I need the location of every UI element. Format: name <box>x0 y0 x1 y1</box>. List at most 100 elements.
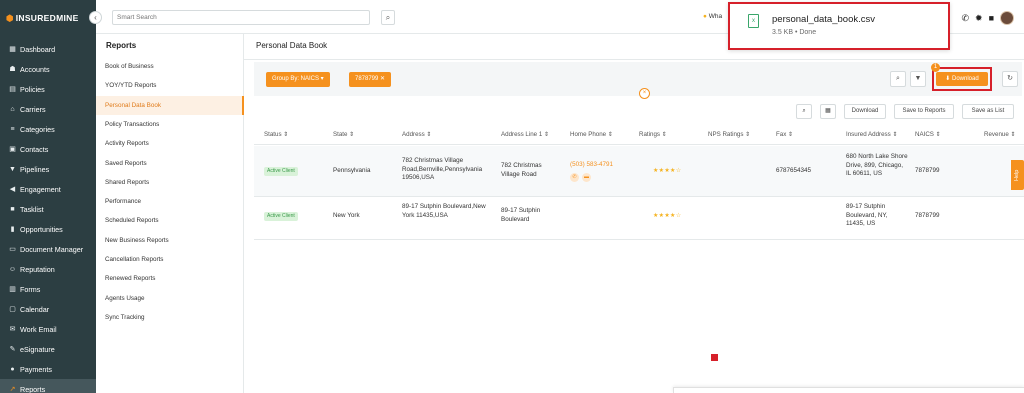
sidebar-item-label: Reports <box>20 384 46 393</box>
column-header-label: NAICS <box>915 131 934 138</box>
sidebar-item-work-email[interactable]: ✉ Work Email <box>0 319 96 339</box>
notification-icon[interactable]: ■ <box>989 13 994 23</box>
settings-icon[interactable]: ✹ <box>975 13 983 24</box>
call-icon[interactable]: ✆ <box>570 173 579 182</box>
brand-name: INSUREDMINE <box>15 13 79 23</box>
download-popup[interactable]: x personal_data_book.csv 3.5 KB • Done <box>728 2 950 50</box>
reputation-icon: ☺ <box>8 265 17 273</box>
column-header-label: Revenue <box>984 131 1009 138</box>
sidebar-collapse-button[interactable]: ‹ <box>89 11 102 24</box>
group-by-chip[interactable]: Group By: NAICS ▾ <box>266 72 330 87</box>
sidebar-item-tasklist[interactable]: ■ Tasklist <box>0 199 96 219</box>
column-header-state[interactable]: State ⇕ <box>333 131 354 138</box>
submenu-item-book-of-business[interactable]: Book of Business <box>96 57 244 76</box>
column-header-ratings[interactable]: Ratings ⇕ <box>639 131 667 138</box>
submenu-item-policy-transactions[interactable]: Policy Transactions <box>96 115 244 134</box>
submenu-item-saved-reports[interactable]: Saved Reports <box>96 154 244 173</box>
submenu-title: Reports <box>106 41 137 50</box>
column-header-home-phone[interactable]: Home Phone ⇕ <box>570 131 613 138</box>
submenu-item-performance[interactable]: Performance <box>96 192 244 211</box>
filter-search-icon[interactable]: ⌕ <box>890 71 906 87</box>
home-phone-cell[interactable]: (503) 583-4791 <box>570 161 613 170</box>
download-button-label: Download <box>952 76 979 82</box>
filter-icon[interactable]: ▼ <box>910 71 926 87</box>
download-file-name[interactable]: personal_data_book.csv <box>772 14 875 25</box>
column-header-label: Address Line 1 <box>501 131 543 138</box>
submenu-item-renewed-reports[interactable]: Renewed Reports <box>96 269 244 288</box>
message-icon[interactable]: ▬ <box>582 173 591 182</box>
column-header-nps-ratings[interactable]: NPS Ratings ⇕ <box>708 131 750 138</box>
sidebar-item-contacts[interactable]: ▣ Contacts <box>0 139 96 159</box>
carriers-icon: ⌂ <box>10 105 15 113</box>
sidebar-item-esignature[interactable]: ✎ eSignature <box>0 339 96 359</box>
table-search-icon[interactable]: ⌕ <box>796 104 812 119</box>
sidebar-item-calendar[interactable]: ▢ Calendar <box>0 299 96 319</box>
column-header-label: Status <box>264 131 282 138</box>
column-header-naics[interactable]: NAICS ⇕ <box>915 131 941 138</box>
title-divider <box>244 59 1024 60</box>
address-line1-cell: 782 Christmas Village Road <box>501 162 542 178</box>
sidebar-item-accounts[interactable]: ☗ Accounts <box>0 59 96 79</box>
forms-icon: ▥ <box>9 286 16 293</box>
sort-icon: ⇕ <box>659 131 667 138</box>
table-download-button[interactable]: Download <box>844 104 886 119</box>
lightbulb-icon: ● <box>703 13 707 20</box>
download-button[interactable]: ⬇ Download <box>936 72 988 86</box>
contacts-icon: ▣ <box>9 146 16 153</box>
table-row[interactable]: Active Client New York 89-17 Sutphin Bou… <box>254 197 1024 240</box>
sidebar-item-document-manager[interactable]: ▭ Document Manager <box>0 239 96 259</box>
submenu-item-sync-tracking[interactable]: Sync Tracking <box>96 308 244 327</box>
sidebar-item-reputation[interactable]: ☺ Reputation <box>0 259 96 279</box>
opportunities-icon: ▮ <box>10 226 15 233</box>
whats-new-link[interactable]: ● Wha <box>703 13 722 20</box>
column-header-insured-address[interactable]: Insured Address ⇕ <box>846 131 898 138</box>
sidebar-item-label: Calendar <box>20 304 50 314</box>
column-header-label: Fax <box>776 131 787 138</box>
column-header-revenue[interactable]: Revenue ⇕ <box>984 131 1016 138</box>
filter-bar: Group By: NAICS ▾ 7878799 ✕ ⌕ ▼ ⬇ Downlo… <box>254 62 1022 96</box>
table-row[interactable]: Active Client Pennsylvania 782 Christmas… <box>254 146 1024 197</box>
avatar[interactable] <box>1000 11 1014 25</box>
brand-logo[interactable]: ⬢ INSUREDMINE <box>6 13 79 24</box>
submenu-item-new-business-reports[interactable]: New Business Reports <box>96 231 244 250</box>
column-header-status[interactable]: Status ⇕ <box>264 131 288 138</box>
ratings-stars: ★★★★☆ <box>653 168 682 174</box>
submenu-item-yoy-ytd-reports[interactable]: YOY/YTD Reports <box>96 76 244 95</box>
sidebar-item-categories[interactable]: ≡ Categories <box>0 119 96 139</box>
sidebar-item-dashboard[interactable]: ▦ Dashboard <box>0 39 96 59</box>
sidebar-item-policies[interactable]: ▤ Policies <box>0 79 96 99</box>
csv-file-icon: x <box>748 14 759 28</box>
search-icon[interactable]: ⌕ <box>381 10 395 25</box>
submenu-item-scheduled-reports[interactable]: Scheduled Reports <box>96 211 244 230</box>
column-header-fax[interactable]: Fax ⇕ <box>776 131 793 138</box>
sidebar-item-forms[interactable]: ▥ Forms <box>0 279 96 299</box>
sidebar-item-engagement[interactable]: ◀ Engagement <box>0 179 96 199</box>
column-header-address[interactable]: Address ⇕ <box>402 131 432 138</box>
expand-toggle-icon[interactable]: × <box>639 88 650 99</box>
sidebar-item-carriers[interactable]: ⌂ Carriers <box>0 99 96 119</box>
phone-icon[interactable]: ✆ <box>961 13 969 24</box>
smart-search-input[interactable] <box>112 10 370 25</box>
main-sidebar: ⬢ INSUREDMINE ▦ Dashboard ☗ Accounts ▤ Policie… <box>0 0 96 393</box>
sidebar-item-payments[interactable]: ● Payments <box>0 359 96 379</box>
column-header-address-line-1[interactable]: Address Line 1 ⇕ <box>501 131 549 138</box>
save-as-list-button[interactable]: Save as List <box>962 104 1014 119</box>
logo-mark-icon: ⬢ <box>6 13 14 23</box>
save-to-reports-button[interactable]: Save to Reports <box>894 104 954 119</box>
page-title: Personal Data Book <box>256 41 328 50</box>
filter-count-badge: 1 <box>931 63 940 72</box>
submenu-item-shared-reports[interactable]: Shared Reports <box>96 173 244 192</box>
refresh-icon[interactable]: ↻ <box>1002 71 1018 87</box>
submenu-item-activity-reports[interactable]: Activity Reports <box>96 134 244 153</box>
submenu-item-personal-data-book[interactable]: Personal Data Book <box>96 95 244 115</box>
submenu-item-cancellation-reports[interactable]: Cancellation Reports <box>96 250 244 269</box>
categories-icon: ≡ <box>10 125 15 133</box>
sidebar-item-reports[interactable]: ↗ Reports <box>0 379 96 393</box>
columns-icon[interactable]: ▦ <box>820 104 836 119</box>
sidebar-item-opportunities[interactable]: ▮ Opportunities <box>0 219 96 239</box>
naics-cell: 7878799 <box>915 212 940 219</box>
sidebar-item-pipelines[interactable]: ▼ Pipelines <box>0 159 96 179</box>
submenu-item-agents-usage[interactable]: Agents Usage <box>96 289 244 308</box>
naics-filter-chip[interactable]: 7878799 ✕ <box>349 72 392 87</box>
help-tab[interactable]: Help <box>1011 160 1024 190</box>
